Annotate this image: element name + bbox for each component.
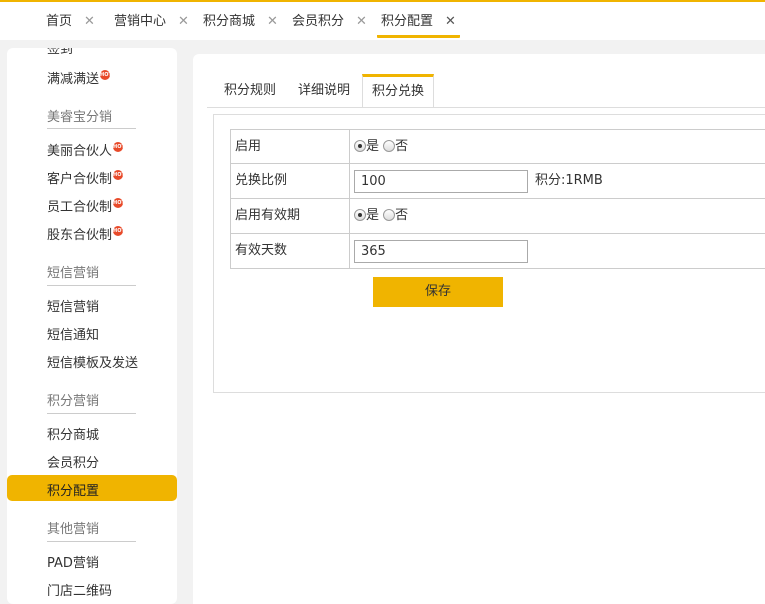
close-icon[interactable]: ✕: [356, 14, 367, 29]
divider: [47, 413, 136, 414]
enable-no-radio[interactable]: [383, 140, 396, 152]
sidebar: 签到 满减满送HOT 美睿宝分销 美丽合伙人HOT 客户合伙制HOT 员工合伙制…: [7, 48, 177, 604]
form-row-enable: 启用 是 否: [230, 129, 765, 164]
sidebar-item-fullreduce[interactable]: 满减满送HOT: [47, 68, 112, 87]
radio-label: 是: [366, 139, 380, 154]
ratio-value: 100 积分:1RMB: [354, 164, 754, 198]
sidebar-item-sms-template[interactable]: 短信模板及发送: [47, 352, 138, 371]
field-label: 兑换比例: [230, 164, 350, 198]
sidebar-item-sms-marketing[interactable]: 短信营销: [47, 296, 99, 315]
field-label: 启用: [230, 130, 350, 163]
sidebar-item-label: 员工合伙制: [47, 200, 113, 215]
sidebar-item-points-mall[interactable]: 积分商城: [47, 424, 99, 443]
enable-radio-group: 是 否: [354, 130, 408, 163]
form-row-days: 有效天数 365: [230, 234, 765, 269]
sidebar-item-sms-notice[interactable]: 短信通知: [47, 324, 99, 343]
exchange-panel: 启用 是 否 兑换比例 100 积分:1RMB 启用有效期 是 否 有效天数 3…: [213, 114, 765, 393]
sidebar-item-pad-marketing[interactable]: PAD营销: [47, 552, 99, 571]
close-icon[interactable]: ✕: [445, 14, 456, 29]
tab-divider: [207, 107, 765, 108]
tab-marketing-center[interactable]: 营销中心 ✕: [114, 10, 189, 38]
tab-points-mall[interactable]: 积分商城 ✕: [203, 10, 278, 38]
tab-label: 营销中心: [114, 14, 167, 29]
divider: [47, 128, 136, 129]
enable-yes-radio[interactable]: [354, 140, 366, 152]
sidebar-group-points: 积分营销: [47, 394, 100, 409]
tab-member-points[interactable]: 会员积分 ✕: [292, 10, 367, 38]
days-input[interactable]: 365: [354, 240, 528, 263]
validity-no-radio[interactable]: [383, 209, 396, 221]
sidebar-item-label: 满减满送: [47, 72, 100, 87]
sidebar-group-meirongbao: 美睿宝分销: [47, 110, 113, 125]
tab-label: 首页: [46, 14, 73, 29]
close-icon[interactable]: ✕: [267, 14, 278, 29]
save-button[interactable]: 保存: [373, 277, 503, 307]
hot-badge-icon: HOT: [113, 170, 125, 180]
sidebar-item-label: 客户合伙制: [47, 172, 113, 187]
top-tab-bar: 首页 ✕ 营销中心 ✕ 积分商城 ✕ 会员积分 ✕ 积分配置 ✕: [0, 0, 765, 40]
ratio-input[interactable]: 100: [354, 170, 528, 193]
divider: [47, 285, 136, 286]
form-row-validity: 启用有效期 是 否: [230, 199, 765, 234]
sidebar-item-member-points[interactable]: 会员积分: [47, 452, 99, 471]
tab-detail-description[interactable]: 详细说明: [289, 74, 359, 108]
tab-label: 会员积分: [292, 14, 345, 29]
sidebar-item-points-config[interactable]: 积分配置: [7, 475, 177, 501]
sidebar-item-staff-partner[interactable]: 员工合伙制HOT: [47, 196, 125, 215]
sidebar-item-label: 积分配置: [47, 484, 100, 499]
hot-badge-icon: HOT: [113, 226, 125, 236]
sidebar-item-shareholder-partner[interactable]: 股东合伙制HOT: [47, 224, 125, 243]
ratio-suffix: 积分:1RMB: [535, 173, 603, 188]
divider: [47, 541, 136, 542]
sidebar-item-customer-partner[interactable]: 客户合伙制HOT: [47, 168, 125, 187]
tab-label: 积分配置: [381, 14, 434, 29]
hot-badge-icon: HOT: [100, 70, 112, 80]
hot-badge-icon: HOT: [113, 198, 125, 208]
hot-badge-icon: HOT: [113, 142, 125, 152]
main-content: 积分规则 详细说明 积分兑换 启用 是 否 兑换比例 100 积分:1RMB 启…: [193, 54, 765, 604]
close-icon[interactable]: ✕: [178, 14, 189, 29]
tab-points-rules[interactable]: 积分规则: [215, 74, 285, 108]
field-label: 启用有效期: [230, 199, 350, 233]
sidebar-item-label: 美丽合伙人: [47, 144, 113, 159]
tab-points-config[interactable]: 积分配置 ✕: [377, 10, 460, 38]
sidebar-item-label: 股东合伙制: [47, 228, 113, 243]
tab-points-exchange[interactable]: 积分兑换: [362, 74, 434, 108]
validity-yes-radio[interactable]: [354, 209, 366, 221]
field-label: 有效天数: [230, 234, 350, 268]
tab-label: 积分商城: [203, 14, 256, 29]
sidebar-group-sms: 短信营销: [47, 266, 100, 281]
form-row-ratio: 兑换比例 100 积分:1RMB: [230, 164, 765, 199]
tab-home[interactable]: 首页 ✕: [46, 10, 95, 38]
sidebar-item-signin[interactable]: 签到: [47, 48, 73, 57]
sidebar-item-beauty-partner[interactable]: 美丽合伙人HOT: [47, 140, 125, 159]
radio-label: 是: [366, 208, 380, 223]
validity-radio-group: 是 否: [354, 199, 408, 233]
days-value: 365: [354, 234, 754, 268]
close-icon[interactable]: ✕: [84, 14, 95, 29]
sidebar-group-other: 其他营销: [47, 522, 100, 537]
radio-label: 否: [395, 208, 409, 223]
radio-label: 否: [395, 139, 409, 154]
sidebar-item-store-qrcode[interactable]: 门店二维码: [47, 580, 112, 599]
